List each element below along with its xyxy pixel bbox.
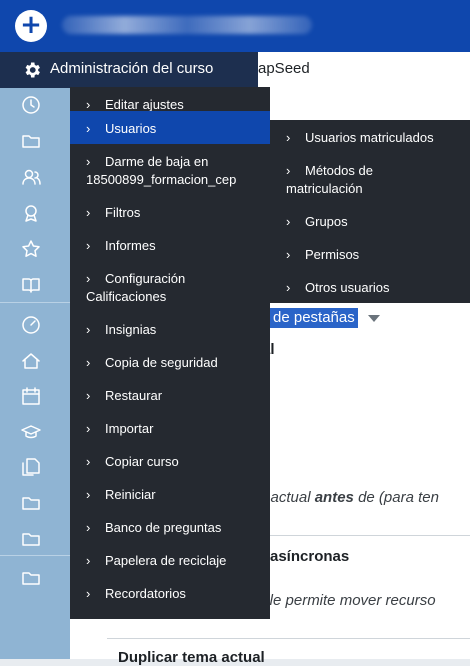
course-admin-menu: › Editar ajustes › Usuarios › Darme de baja e… xyxy=(70,87,270,619)
plus-circle-icon[interactable]: + xyxy=(15,10,47,42)
help-text-antes: a actual antes de (para ten xyxy=(258,489,439,506)
users-submenu-item-label: Permisos xyxy=(305,247,360,262)
book-icon[interactable] xyxy=(20,274,42,296)
course-admin-menu-item-label: Papelera de reciclaje xyxy=(105,553,227,568)
course-admin-menu-item-label: Copia de seguridad xyxy=(105,355,218,370)
course-admin-header[interactable]: Administración del curso xyxy=(0,52,258,88)
course-admin-menu-item-label: Copiar curso xyxy=(105,454,179,469)
course-admin-menu-item[interactable]: › Importar xyxy=(70,420,270,438)
course-admin-menu-item-label: Reiniciar xyxy=(105,487,156,502)
course-admin-menu-item-label: Informes xyxy=(105,238,156,253)
award-icon[interactable] xyxy=(20,202,42,224)
chevron-right-icon: › xyxy=(86,271,91,286)
files-icon[interactable] xyxy=(20,456,42,478)
chevron-right-icon: › xyxy=(86,520,91,535)
chevron-right-icon: › xyxy=(86,238,91,253)
chevron-right-icon: › xyxy=(286,163,291,178)
help-text-post: de (para ten xyxy=(353,489,439,506)
course-admin-menu-item[interactable]: › Insignias xyxy=(70,321,270,339)
course-admin-menu-item[interactable]: › Papelera de reciclaje xyxy=(70,552,270,570)
course-admin-menu-item[interactable]: › Banco de preguntas xyxy=(70,519,270,537)
users-submenu-item-label: Grupos xyxy=(305,214,348,229)
course-admin-menu-item-label: Usuarios xyxy=(105,121,157,136)
users-submenu-item-label-continued: matriculación xyxy=(286,181,363,196)
star-icon[interactable] xyxy=(20,238,42,260)
course-admin-menu-item-label-continued: Calificaciones xyxy=(86,289,167,304)
course-admin-menu-item[interactable]: › Recordatorios xyxy=(70,585,270,603)
users-submenu-item-label: Métodos de xyxy=(305,163,373,178)
users-submenu-item[interactable]: › Otros usuarios xyxy=(270,279,470,297)
divider xyxy=(107,638,470,639)
users-submenu-item[interactable]: › Métodos de matriculación xyxy=(270,162,470,198)
course-admin-menu-item-label: Banco de preguntas xyxy=(105,520,222,535)
users-submenu-item-label: Otros usuarios xyxy=(305,280,390,295)
top-navbar: + xyxy=(0,0,470,52)
chevron-down-icon[interactable] xyxy=(368,315,380,322)
chevron-right-icon: › xyxy=(86,154,91,169)
course-admin-menu-item[interactable]: › Configuración Calificaciones xyxy=(70,270,270,306)
chevron-right-icon: › xyxy=(86,553,91,568)
users-submenu-item-label: Usuarios matriculados xyxy=(305,130,434,145)
users-submenu: › Usuarios matriculados › Métodos de matricu… xyxy=(270,120,470,303)
chevron-right-icon: › xyxy=(86,205,91,220)
users-icon[interactable] xyxy=(20,166,42,188)
folder-icon[interactable] xyxy=(20,492,42,514)
rail-divider xyxy=(0,302,70,303)
dashboard-icon[interactable] xyxy=(20,314,42,336)
course-admin-menu-item-label: Importar xyxy=(105,421,154,436)
course-admin-label: Administración del curso xyxy=(50,60,214,77)
tab-format-dropdown[interactable]: de pestañas xyxy=(270,308,358,328)
chevron-right-icon: › xyxy=(286,130,291,145)
course-admin-menu-item-label-continued: 18500899_formacion_cep xyxy=(86,172,237,187)
chevron-right-icon: › xyxy=(86,487,91,502)
gear-icon xyxy=(25,62,40,78)
course-admin-menu-item[interactable]: › Reiniciar xyxy=(70,486,270,504)
users-submenu-item[interactable]: › Permisos xyxy=(270,246,470,264)
course-admin-menu-item-label: Filtros xyxy=(105,205,141,220)
section-heading-asincronas: asíncronas xyxy=(270,548,350,565)
folder-icon[interactable] xyxy=(20,130,42,152)
course-admin-menu-item-label: Insignias xyxy=(105,322,157,337)
course-admin-menu-item[interactable]: › Usuarios xyxy=(70,111,270,144)
folder-icon[interactable] xyxy=(20,528,42,550)
chevron-right-icon: › xyxy=(86,388,91,403)
course-admin-menu-item-label: Darme de baja en xyxy=(105,154,209,169)
chevron-right-icon: › xyxy=(86,454,91,469)
chevron-right-icon: › xyxy=(86,121,91,136)
home-icon[interactable] xyxy=(20,350,42,372)
chevron-right-icon: › xyxy=(86,421,91,436)
blurred-site-title xyxy=(62,16,312,34)
course-admin-menu-item[interactable]: › Copiar curso xyxy=(70,453,270,471)
chevron-right-icon: › xyxy=(286,280,291,295)
graduation-cap-icon[interactable] xyxy=(20,421,42,443)
course-admin-menu-item[interactable]: › Informes xyxy=(70,237,270,255)
chevron-right-icon: › xyxy=(86,586,91,601)
course-title-fragment: apSeed xyxy=(258,60,310,77)
course-admin-menu-item-label: Restaurar xyxy=(105,388,163,403)
chevron-right-icon: › xyxy=(86,355,91,370)
chevron-right-icon: › xyxy=(286,247,291,262)
chevron-right-icon: › xyxy=(86,322,91,337)
folder-icon[interactable] xyxy=(20,567,42,589)
course-admin-menu-item[interactable]: › Restaurar xyxy=(70,387,270,405)
users-submenu-item[interactable]: › Usuarios matriculados xyxy=(270,129,470,147)
course-admin-menu-item[interactable]: › Darme de baja en 18500899_formacion_cep xyxy=(70,153,270,189)
course-admin-menu-item-label: Recordatorios xyxy=(105,586,186,601)
rail-divider xyxy=(0,555,70,556)
chevron-right-icon: › xyxy=(286,214,291,229)
course-admin-menu-item-label: Configuración xyxy=(105,271,186,286)
help-text-mover: s le permite mover recurso xyxy=(258,592,436,609)
course-admin-menu-item[interactable]: › Copia de seguridad xyxy=(70,354,270,372)
course-admin-menu-item-label: Editar ajustes xyxy=(105,97,184,112)
section-heading-duplicar: Duplicar tema actual xyxy=(118,649,265,666)
course-admin-menu-item[interactable]: › Filtros xyxy=(70,204,270,222)
users-submenu-item[interactable]: › Grupos xyxy=(270,213,470,231)
calendar-icon[interactable] xyxy=(20,385,42,407)
help-text-bold: antes xyxy=(314,489,354,506)
clock-icon[interactable] xyxy=(20,94,42,116)
